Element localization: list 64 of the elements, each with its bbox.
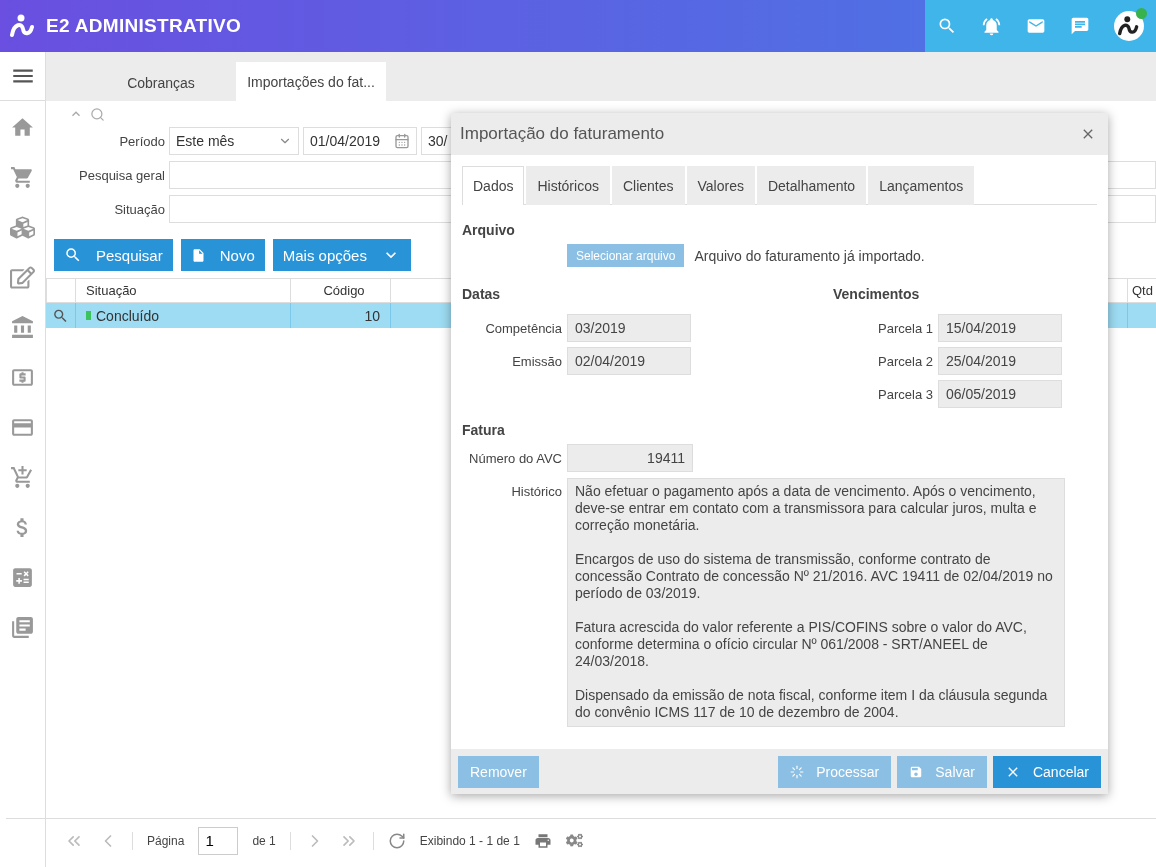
logo-icon [10, 13, 36, 39]
field-label: Situação [113, 201, 165, 217]
field-label: Histórico [510, 483, 562, 501]
search-icon [64, 246, 82, 264]
search-icon[interactable] [937, 16, 957, 36]
tab[interactable]: Detalhamento [756, 166, 867, 205]
period-select[interactable]: Este mês [169, 127, 299, 155]
bell-icon[interactable] [981, 15, 1002, 37]
section-heading: Arquivo [462, 222, 516, 238]
tab[interactable]: Importações do fat... [236, 62, 386, 101]
section-heading: Datas [462, 286, 502, 302]
section-heading: Vencimentos [833, 286, 921, 302]
spinner-icon [790, 764, 805, 779]
app-title: E2 ADMINISTRATIVO [46, 15, 242, 37]
table-cell: Concluído [96, 307, 160, 324]
calculator-icon[interactable] [10, 565, 35, 590]
field-label: Parcela 1 [877, 320, 933, 336]
refresh-icon[interactable] [387, 831, 406, 850]
tab[interactable]: Cobranças [86, 65, 236, 101]
date-field[interactable]: 15/04/2019 [938, 314, 1062, 342]
field-label: Número do AVC [468, 450, 562, 466]
page-label: Página [147, 833, 185, 848]
date-field[interactable]: 02/04/2019 [567, 347, 691, 375]
file-status-text: Arquivo do faturamento já importado. [694, 247, 925, 264]
field-label: Emissão [511, 353, 562, 369]
search-icon[interactable] [90, 106, 105, 122]
cubes-icon[interactable] [10, 215, 35, 240]
field-label: Pesquisa geral [78, 167, 165, 183]
record-count: Exibindo 1 - 1 de 1 [419, 833, 520, 848]
column-header[interactable]: Código [323, 283, 365, 298]
settings-icon[interactable] [565, 832, 583, 849]
date-field[interactable]: 01/04/2019 [303, 127, 417, 155]
field-label: Parcela 2 [877, 353, 933, 369]
field-label: Competência [484, 320, 562, 336]
page-count: de 1 [252, 833, 276, 848]
tab[interactable]: Dados [462, 166, 525, 205]
avc-number-field[interactable]: 19411 [567, 444, 693, 472]
dialog-title: Importação do faturamento [460, 124, 665, 144]
save-icon [909, 764, 924, 779]
calendar-icon [394, 133, 410, 149]
edit-icon[interactable] [10, 265, 35, 290]
print-icon[interactable] [533, 831, 552, 850]
user-avatar[interactable] [1114, 11, 1144, 41]
mail-icon[interactable] [1026, 16, 1046, 36]
tab[interactable]: Clientes [611, 166, 685, 205]
add-to-cart-icon[interactable] [10, 465, 35, 490]
chat-icon[interactable] [1070, 16, 1090, 36]
tab[interactable]: Valores [686, 166, 755, 205]
tab[interactable]: Lançamentos [868, 166, 975, 205]
history-field[interactable]: Não efetuar o pagamento após a data de vencimento. Após o vencimento, deve-se entrar em contato com a transmissora para calcular juros, multa e correção monetária. Encargos de uso do sistema de transmissão, conforme contrato de concessão Contrato de concessão Nº 21/2016. AVC 19411 de 02/04/2019 no período de 03/2019. Fatura acrescida do valor referente a PIS/COFINS sobre o valor do AVC, conforme determina o ofício circular Nº 061/2008 - SRT/ANEEL de 24/03/2018. Dispensado da emissão de nota fiscal, conforme item I da cláusula segunda do convênio ICMS 117 de 10 de dezembro de 2004. [567, 478, 1065, 727]
field-label: Parcela 3 [877, 386, 933, 402]
cart-icon[interactable] [10, 165, 35, 190]
page-field[interactable]: 1 [198, 826, 239, 855]
date-field[interactable]: 03/2019 [567, 314, 691, 342]
tab[interactable]: Históricos [526, 166, 610, 205]
documents-icon[interactable] [10, 615, 35, 640]
section-heading: Fatura [462, 422, 506, 438]
date-field[interactable]: 25/04/2019 [938, 347, 1062, 375]
column-header[interactable]: Qtd [1132, 283, 1153, 298]
table-cell: 10 [364, 307, 380, 324]
field-label: Período [118, 133, 165, 149]
column-header[interactable]: Situação [86, 283, 137, 298]
bank-icon[interactable] [10, 315, 35, 340]
date-field[interactable]: 06/05/2019 [938, 380, 1062, 408]
